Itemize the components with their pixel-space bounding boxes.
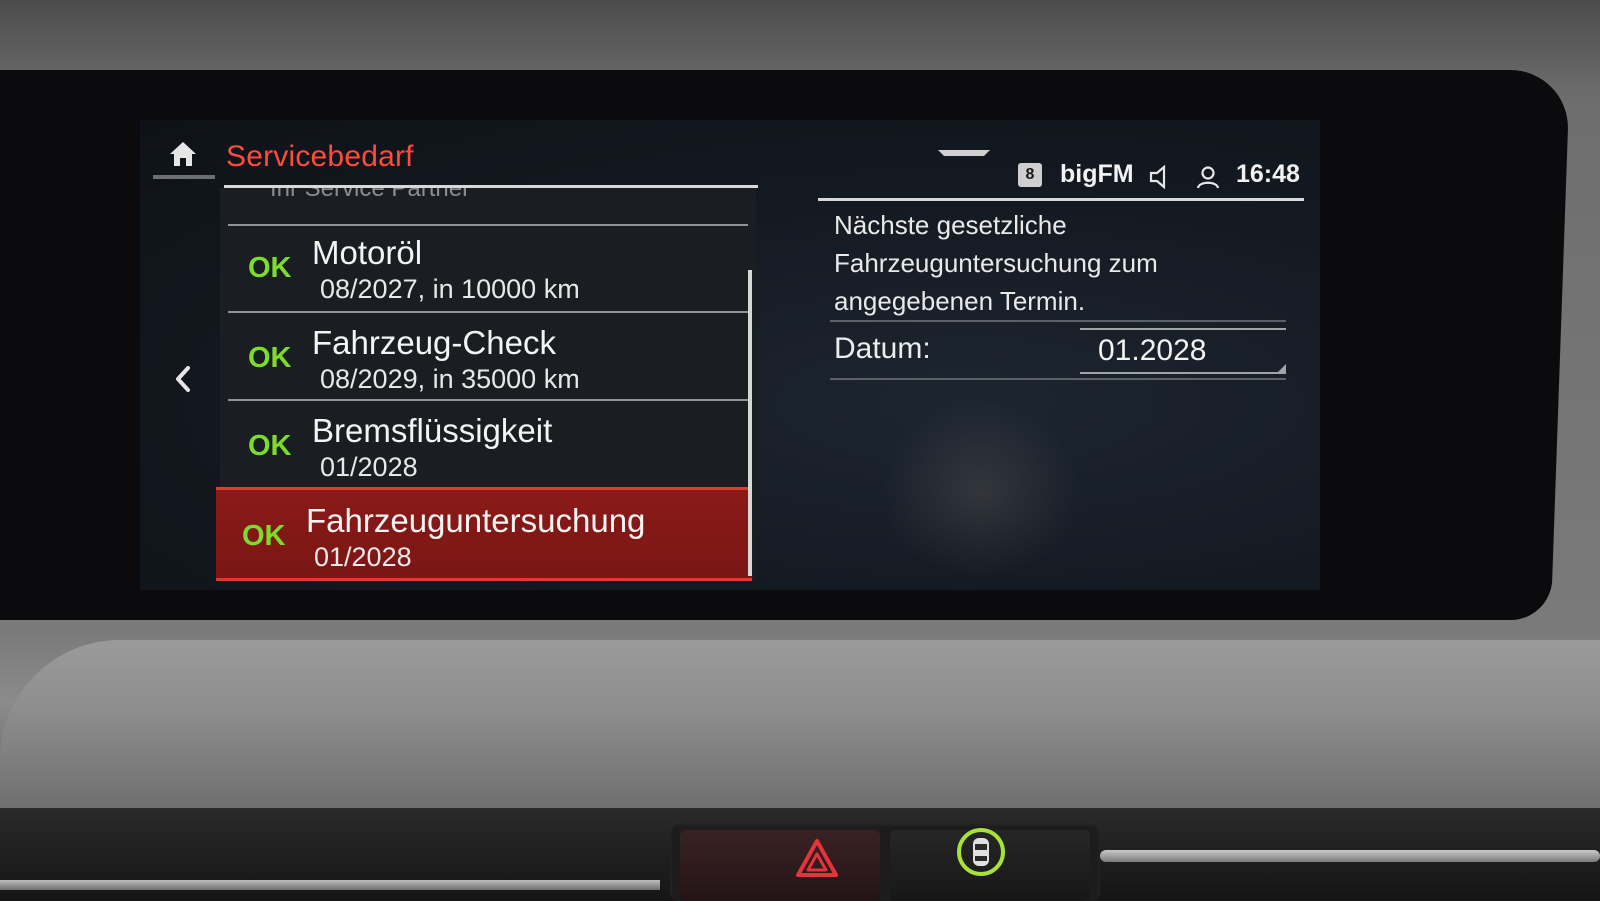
chrome-trim-right	[1100, 850, 1600, 862]
list-scrollbar[interactable]	[748, 270, 752, 576]
item-detail: 08/2027, in 10000 km	[320, 274, 580, 304]
radio-preset-badge: 8	[1018, 163, 1042, 187]
status-ok: OK	[248, 342, 292, 374]
home-icon[interactable]	[168, 140, 198, 168]
clock: 16:48	[1236, 160, 1300, 188]
menu-handle-icon[interactable]	[936, 148, 992, 158]
list-item-bremsfluessigkeit[interactable]: OK Bremsflüssigkeit 01/2028	[222, 400, 750, 488]
detail-divider	[830, 320, 1286, 322]
item-detail: 08/2029, in 35000 km	[320, 364, 580, 394]
status-ok: OK	[242, 520, 286, 552]
item-title: Fahrzeuguntersuchung	[306, 502, 646, 539]
status-ok: OK	[248, 430, 292, 462]
dashboard-trim	[0, 640, 1600, 810]
list-item-partial[interactable]: Ihr Service Partner	[270, 188, 750, 212]
date-label: Datum:	[834, 332, 931, 365]
item-title: Bremsflüssigkeit	[312, 412, 553, 449]
item-title: Motoröl	[312, 234, 423, 271]
radio-station: bigFM	[1060, 160, 1134, 188]
chevron-left-icon[interactable]	[172, 362, 194, 396]
status-divider	[818, 198, 1304, 201]
park-distance-control-icon	[957, 828, 1005, 876]
field-corner-marker	[1278, 364, 1286, 372]
user-icon[interactable]	[1195, 164, 1221, 190]
detail-divider	[830, 378, 1286, 380]
item-title: Fahrzeug-Check	[312, 324, 556, 361]
detail-description: Nächste gesetzliche Fahrzeuguntersuchung…	[834, 210, 1158, 316]
hazard-button[interactable]	[680, 830, 880, 901]
date-field: 01.2028	[1080, 328, 1286, 374]
screen-reflection	[880, 400, 1080, 580]
list-item-fahrzeug-check[interactable]: OK Fahrzeug-Check 08/2029, in 35000 km	[222, 312, 750, 400]
item-detail: 01/2028	[320, 452, 418, 482]
page-title: Servicebedarf	[226, 140, 414, 173]
list-item-fahrzeuguntersuchung[interactable]: OK Fahrzeuguntersuchung 01/2028	[216, 487, 752, 581]
item-detail: 01/2028	[314, 542, 412, 572]
speaker-icon	[1149, 165, 1166, 189]
date-value: 01.2028	[1098, 334, 1207, 367]
chrome-trim-left	[0, 880, 660, 890]
hazard-warning-icon	[796, 839, 838, 877]
list-item-motoroel[interactable]: OK Motoröl 08/2027, in 10000 km	[222, 222, 750, 310]
home-tab-indicator	[153, 175, 215, 179]
status-ok: OK	[248, 252, 292, 284]
